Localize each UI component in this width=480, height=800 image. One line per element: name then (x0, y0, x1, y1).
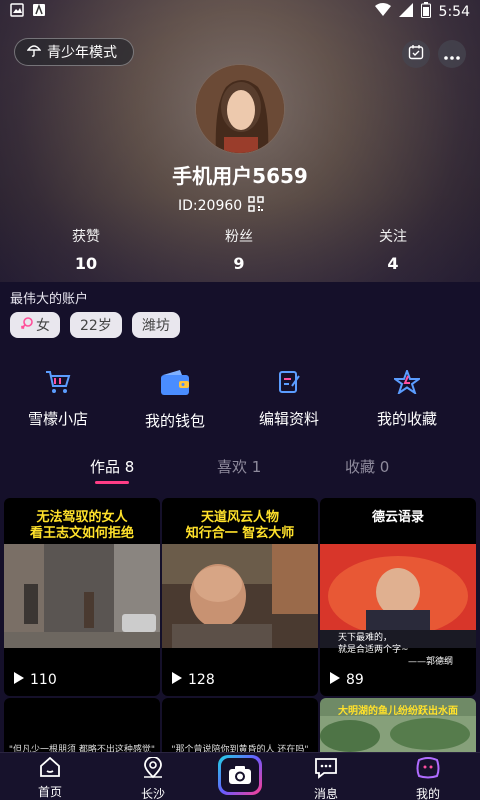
shortcut-favorites[interactable]: 我的收藏 (352, 368, 462, 429)
profile-bio: 最伟大的账户 (10, 292, 89, 307)
video-card[interactable]: 天道风云人物 知行合一 智玄大师 128 (162, 498, 318, 696)
stat-following-value: 4 (387, 254, 399, 273)
teen-mode-button[interactable]: 青少年模式 (14, 38, 134, 66)
city-tag: 潍坊 (131, 312, 180, 338)
wifi-icon (374, 3, 391, 21)
shortcut-edit-label: 编辑资料 (258, 410, 319, 428)
nav-messages-label: 消息 (313, 787, 338, 800)
stat-followers-value: 9 (233, 254, 245, 273)
play-count: 89 (330, 672, 364, 688)
status-time: 5:54 (438, 4, 470, 20)
stat-following[interactable]: 关注 4 (353, 226, 433, 273)
video-title: 无法驾驭的女人 看王志文如何拒绝 (4, 510, 160, 542)
video-caption-author: ——郭德纲 (408, 657, 454, 667)
video-title-line2: 知行合一 智玄大师 (185, 526, 295, 541)
wallet-icon (160, 370, 190, 400)
stat-followers[interactable]: 粉丝 9 (199, 226, 279, 273)
shortcut-shop-label: 雪檬小店 (27, 410, 88, 428)
video-thumbnail (4, 544, 160, 648)
video-card[interactable]: "但凡少一根朋须 都略不出这种感觉" (4, 698, 160, 758)
nav-messages[interactable]: 消息 (296, 757, 356, 800)
gender-label: 女 (36, 318, 50, 334)
more-options-button[interactable] (438, 40, 466, 68)
stat-likes[interactable]: 获赞 10 (46, 226, 126, 273)
play-icon (14, 672, 24, 688)
shortcut-row: 雪檬小店 我的钱包 编辑资料 我的收藏 (0, 368, 480, 434)
age-label: 22岁 (80, 318, 112, 334)
age-tag: 22岁 (70, 312, 122, 338)
status-bar: 5:54 (0, 0, 480, 24)
play-count-value: 110 (30, 672, 57, 688)
profile-icon (416, 757, 440, 782)
shortcut-favorites-label: 我的收藏 (376, 410, 437, 428)
signal-icon (398, 3, 413, 21)
video-thumbnail (162, 544, 318, 648)
video-card[interactable]: 德云语录 天下最难的， 就是合适两个字~ ——郭德纲 89 (320, 498, 476, 696)
tab-favorites[interactable]: 收藏 0 (345, 456, 389, 477)
video-card[interactable]: "那个曾说陪你到黄昏的人 还在吗" (162, 698, 318, 758)
user-id-row: ID:20960 (178, 196, 264, 216)
video-card[interactable]: 无法驾驭的女人 看王志文如何拒绝 110 (4, 498, 160, 696)
edit-icon (277, 370, 301, 398)
shortcut-edit-profile[interactable]: 编辑资料 (234, 370, 344, 429)
home-icon (39, 756, 61, 780)
shortcut-wallet[interactable]: 我的钱包 (120, 370, 230, 431)
city-label: 潍坊 (141, 318, 170, 334)
video-title-line1: 天道风云人物 (200, 510, 279, 525)
video-card[interactable]: 大明湖的鱼儿纷纷跃出水面 (320, 698, 476, 758)
shopping-cart-icon (45, 370, 71, 398)
user-id: ID:20960 (178, 198, 243, 214)
stat-following-label: 关注 (379, 229, 407, 245)
video-title-line1: 无法驾驭的女人 (36, 510, 128, 525)
stat-followers-label: 粉丝 (225, 229, 253, 245)
umbrella-icon (26, 43, 42, 61)
shortcut-wallet-label: 我的钱包 (144, 412, 205, 430)
location-icon (142, 756, 164, 782)
bottom-nav: 首页 长沙 消息 我的 (0, 752, 480, 800)
shortcut-shop[interactable]: 雪檬小店 (3, 370, 113, 429)
video-caption-line2: 就是合适两个字~ (338, 645, 409, 655)
video-caption-line1: 天下最难的， (338, 633, 393, 643)
more-dots-icon (444, 45, 460, 64)
calendar-button[interactable] (402, 40, 430, 68)
stat-likes-label: 获赞 (72, 229, 100, 245)
active-tab-indicator (95, 481, 129, 484)
play-icon (172, 672, 182, 688)
video-title-line2: 看王志文如何拒绝 (29, 526, 134, 541)
play-count-value: 89 (346, 672, 364, 688)
female-icon (20, 316, 34, 334)
camera-button[interactable] (218, 755, 262, 795)
app-notification-icon (32, 3, 46, 21)
camera-icon (221, 758, 259, 792)
play-count: 110 (14, 672, 57, 688)
profile-tags: 女 22岁 潍坊 (10, 312, 180, 338)
video-title: 德云语录 (371, 510, 424, 525)
tab-likes[interactable]: 喜欢 1 (217, 456, 261, 477)
qr-code-icon[interactable] (248, 196, 264, 216)
content-tabs: 作品 8 喜欢 1 收藏 0 (0, 456, 480, 486)
stat-likes-value: 10 (74, 254, 98, 273)
image-notification-icon (10, 3, 24, 21)
nav-city[interactable]: 长沙 (123, 756, 183, 800)
video-title: 大明湖的鱼儿纷纷跃出水面 (338, 706, 458, 717)
play-icon (330, 672, 340, 688)
star-icon (391, 368, 423, 398)
teen-mode-label: 青少年模式 (47, 45, 117, 61)
nav-me[interactable]: 我的 (398, 757, 458, 800)
nav-home-label: 首页 (37, 785, 62, 799)
nav-home[interactable]: 首页 (20, 756, 80, 800)
username: 手机用户5659 (172, 164, 308, 188)
tab-works[interactable]: 作品 8 (90, 456, 134, 477)
play-count-value: 128 (188, 672, 215, 688)
video-caption: 天下最难的， 就是合适两个字~ ——郭德纲 (338, 632, 453, 668)
battery-icon (420, 2, 431, 22)
nav-city-label: 长沙 (140, 787, 165, 800)
avatar[interactable] (195, 64, 285, 154)
nav-me-label: 我的 (415, 787, 440, 800)
calendar-icon (408, 44, 424, 64)
gender-tag: 女 (10, 312, 60, 338)
play-count: 128 (172, 672, 215, 688)
message-icon (314, 757, 338, 782)
video-title: 天道风云人物 知行合一 智玄大师 (162, 510, 318, 542)
